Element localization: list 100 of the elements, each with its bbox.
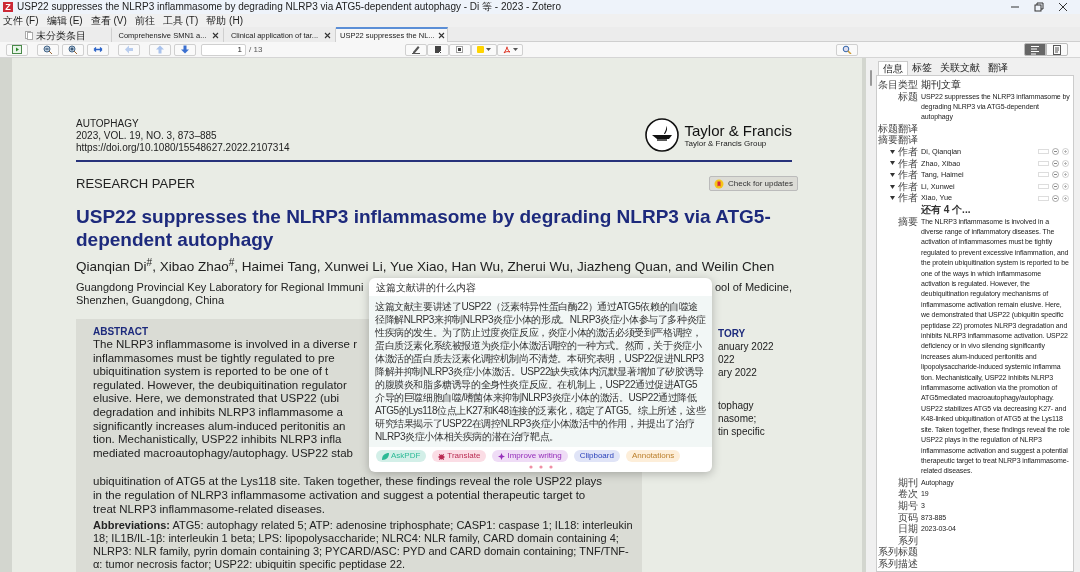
app-logo: Z: [3, 2, 13, 12]
keyword-text: tin specific: [718, 425, 765, 438]
menu-item[interactable]: 文件 (F): [3, 14, 39, 27]
menu-item[interactable]: 工具 (T): [162, 14, 199, 27]
previous-page-icon: [155, 45, 165, 54]
area-select-button[interactable]: [449, 43, 472, 56]
field-label: 作者: [898, 192, 918, 204]
more-creators-link[interactable]: 还有 4 个...: [921, 203, 1073, 216]
answer-text: 这篇文献主要讲述了USP22（泛素特异性蛋白酶22）通过ATG5依赖的自噬途径降解NLRP3来抑制NLRP3炎症小体的形成。NLRP3炎症小体参与了多种炎症性疾病的发生。为了防止过度炎症反应，炎症小体的激活必须受到严格调控，蛋白质泛素化系统被报道为炎症小体激活调控的一种方式。然而，关于炎症小体激活的蛋白质去泛素化调控机制尚不清楚。本研究表明，USP22促进NLRP3降解并抑制NLRP3炎症小体激活。USP22缺失或体内沉默显著增加了矽胶诱导的腹膜炎和脂多糖诱导的全身性炎症反应。在机制上，USP22通过促进ATG5介导的巨噬细胞自噬/嗜菌体来抑制NLRP3炎症小体的激活。USP22通过降低ATG5的Lys118位点上K27和K48连接的泛素化，稳定了ATG5。综上所述，这些研究结果揭示了USP22在调控NLRP3炎症小体激活中的作用，并提出了治疗NLRP3炎症小体相关疾病的潜在治疗靶点。: [375, 300, 706, 443]
abstract-text-line: regulated. However, the deubiquitination regulator: [93, 378, 347, 393]
field-label: 卷次: [898, 488, 918, 500]
caret-icon: [512, 48, 518, 51]
pagination-dots-icon: [527, 464, 554, 470]
acrobat-icon: [502, 45, 511, 54]
close-icon[interactable]: [212, 32, 219, 39]
menu-item[interactable]: 编辑 (E): [46, 14, 83, 27]
dropdown-caret-icon[interactable]: [890, 173, 895, 177]
doi-link[interactable]: https://doi.org/10.1080/15548627.2022.2107314: [76, 142, 290, 154]
bookmark-badge-icon: [714, 178, 725, 189]
color-swatch: [477, 46, 485, 53]
field-mode-icon[interactable]: [1038, 149, 1049, 155]
fit-width-icon: [93, 45, 103, 54]
dropdown-caret-icon[interactable]: [890, 161, 895, 166]
question-text: 这篇文献讲的什么内容: [375, 281, 477, 295]
abstract-text-line: ubiquitination system is reported to be one of t: [93, 365, 329, 379]
abstract-text-line: in the regulation of NLRP3 inflammasome activation and suggest a potential therapeutic target to: [93, 488, 586, 503]
abstract-text-line: treat NLRP3 inflammasome-related diseases.: [93, 502, 326, 517]
minus-icon[interactable]: [1052, 148, 1059, 156]
abstract-text-line: tion. Mechanistically, USP22 inhibits NLRP3 infla: [93, 433, 342, 447]
leaf-icon: [382, 452, 389, 460]
field-label: 摘要: [898, 215, 918, 228]
tab[interactable]: 未分类条目: [0, 27, 112, 42]
highlight-pen-button[interactable]: [405, 43, 428, 56]
lamp-logo-icon: [645, 118, 680, 152]
color-picker-button[interactable]: [471, 43, 498, 56]
field-label: 系列: [898, 534, 918, 547]
action-button[interactable]: Improve writing: [492, 450, 568, 462]
search-icon: [842, 45, 853, 54]
item-pane-button[interactable]: [1024, 43, 1046, 56]
minus-icon[interactable]: [1052, 171, 1059, 179]
bug-icon: [438, 452, 446, 460]
abstract-text-line: ubiquitination of ATG5 at the Lys118 site. Taken together, these findings reveal the role USP22 plays: [93, 475, 603, 489]
notes-pane-button[interactable]: [1046, 43, 1068, 56]
article-history-text: ary 2022: [718, 366, 757, 379]
field-mode-icon[interactable]: [1038, 195, 1049, 201]
action-button[interactable]: Clipboard: [573, 450, 620, 462]
area-select-icon: [455, 45, 466, 54]
sparkle-icon: [498, 452, 506, 460]
check-updates-button[interactable]: Check for updates: [709, 176, 798, 191]
keyword-text: tophagy: [718, 399, 754, 412]
caret-icon: [486, 48, 492, 51]
journal-name: AUTOPHAGY: [76, 118, 140, 130]
minus-icon[interactable]: [1052, 159, 1059, 167]
close-icon[interactable]: [324, 32, 331, 39]
field-label: 作者: [898, 169, 918, 181]
page-number-field[interactable]: 1: [201, 43, 246, 56]
article-history-text: 022: [718, 353, 735, 366]
side-tab[interactable]: 翻译: [984, 61, 1012, 75]
minus-icon[interactable]: [1052, 183, 1059, 191]
menu-item[interactable]: 前往: [134, 14, 155, 27]
side-tab[interactable]: 关联文献: [936, 61, 984, 75]
publisher-name: Taylor & Francis: [684, 121, 792, 139]
zoom-in-button[interactable]: [62, 43, 84, 56]
citation: 2023, VOL. 19, NO. 3, 873–885: [76, 130, 218, 142]
field-label: 期刊: [898, 476, 918, 489]
restore-icon[interactable]: [1034, 2, 1044, 12]
dropdown-caret-icon[interactable]: [890, 149, 895, 154]
dropdown-caret-icon[interactable]: [890, 196, 895, 201]
field-label: 系列描述: [878, 557, 918, 570]
note-icon: [433, 45, 444, 54]
side-tab[interactable]: 信息: [878, 61, 908, 75]
sidebar-toggle-button[interactable]: [6, 43, 28, 56]
abbreviations-text: Abbreviations: ATG5: autophagy related 5; ATP: adenosine triphosphate; CASP1: caspase 1; IL18: interleukin 18; IL1B/IL-1β: interleukin 1 beta; LPS: lipopolysaccharide; NLRC4: NLR family, CARD domain containing 4; NLRP3: NLR family, pyrin domain containing 3; PYCARD/ASC: PYD and CARD domain containing; TNF/TNF-α: tumor necrosis factor; USP22: ubiquitin specific peptidase 22.: [93, 519, 633, 572]
field-mode-icon[interactable]: [1038, 184, 1049, 190]
action-button[interactable]: Translate: [432, 450, 487, 462]
export-menu-button[interactable]: [497, 43, 524, 56]
scrollbar-thumb[interactable]: [870, 70, 872, 86]
side-tab[interactable]: 标签: [908, 61, 936, 75]
field-label: 摘要翻译: [878, 134, 918, 146]
close-icon[interactable]: [1058, 2, 1068, 12]
close-icon[interactable]: [437, 32, 445, 39]
dropdown-caret-icon[interactable]: [890, 184, 895, 189]
note-button[interactable]: [427, 43, 450, 56]
fit-width-button[interactable]: [87, 43, 109, 56]
minus-icon[interactable]: [1052, 194, 1059, 202]
next-page-button[interactable]: [174, 43, 196, 56]
field-label: 日期: [898, 523, 918, 535]
field-mode-icon[interactable]: [1038, 172, 1049, 178]
zoom-out-button[interactable]: [37, 43, 59, 56]
field-mode-icon[interactable]: [1038, 160, 1049, 166]
search-button[interactable]: [836, 43, 859, 56]
abstract-text-line: inflammasomes must be tightly regulated to pre: [93, 351, 335, 366]
note-icon: [1052, 44, 1062, 55]
menu-item[interactable]: 查看 (V): [90, 14, 127, 27]
field-label: 期号: [898, 499, 918, 512]
zoom-out-icon: [43, 45, 53, 54]
article-history-text: TORY: [718, 327, 746, 340]
item-type-value[interactable]: 期刊文章: [921, 79, 1073, 91]
field-label: 作者: [898, 157, 918, 169]
menu-item[interactable]: 帮助 (H): [206, 14, 243, 27]
